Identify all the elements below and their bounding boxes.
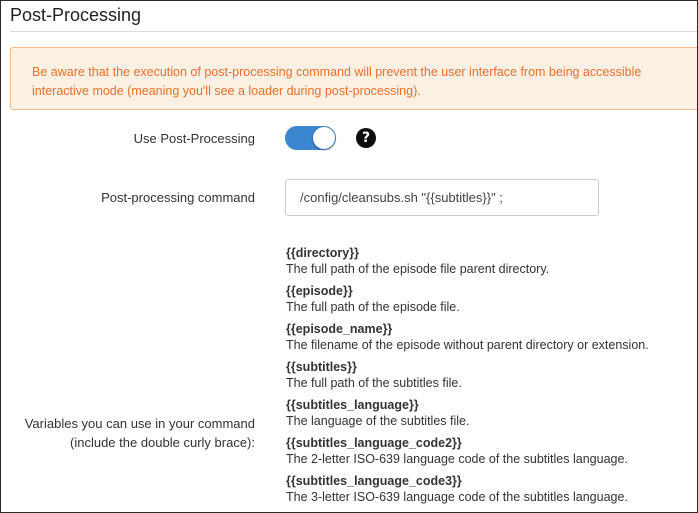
toggle-knob <box>313 127 335 149</box>
variable-item: {{subtitles_language_code2}} The 2-letter… <box>286 435 696 473</box>
use-post-processing-toggle[interactable] <box>285 126 336 150</box>
warning-line-1: Be aware that the execution of post-proc… <box>32 65 642 79</box>
variables-label-line-2: (include the double curly brace): <box>70 435 255 450</box>
variable-item: {{episode}} The full path of the episode … <box>286 283 696 321</box>
variable-description: The full path of the subtitles file. <box>286 376 462 390</box>
post-processing-command-input[interactable] <box>285 179 599 216</box>
variable-name: {{episode}} <box>286 284 353 298</box>
variable-item: {{subtitles}} The full path of the subtit… <box>286 359 696 397</box>
variables-list: {{directory}} The full path of the episod… <box>286 245 696 511</box>
variable-item: {{subtitles_language_code3}} The 3-letter… <box>286 473 696 511</box>
variable-description: The language of the subtitles file. <box>286 414 470 428</box>
variable-name: {{subtitles}} <box>286 360 357 374</box>
warning-alert: Be aware that the execution of post-proc… <box>10 47 697 110</box>
section-title: Post-Processing <box>10 5 142 25</box>
warning-alert-text: Be aware that the execution of post-proc… <box>32 63 697 100</box>
variable-name: {{subtitles_language_code3}} <box>286 474 462 488</box>
warning-line-2: interactive mode (meaning you'll see a l… <box>32 83 421 98</box>
variable-description: The 3-letter ISO-639 language code of th… <box>286 490 628 504</box>
variable-item: {{directory}} The full path of the episod… <box>286 245 696 283</box>
variable-name: {{subtitles_language}} <box>286 398 419 412</box>
variables-label-line-1: Variables you can use in your command <box>24 416 255 431</box>
variable-description: The filename of the episode without pare… <box>286 338 649 352</box>
variables-label: Variables you can use in your command (i… <box>25 414 255 452</box>
variable-description: The full path of the episode file. <box>286 300 460 314</box>
variable-description: The 2-letter ISO-639 language code of th… <box>286 452 628 466</box>
use-post-processing-label: Use Post-Processing <box>133 131 255 146</box>
variable-name: {{episode_name}} <box>286 322 393 336</box>
variable-item: {{episode_name}} The filename of the epis… <box>286 321 696 359</box>
variable-description: The full path of the episode file parent… <box>286 262 550 276</box>
title-divider <box>10 31 697 32</box>
variable-name: {{subtitles_language_code2}} <box>286 436 462 450</box>
post-processing-command-label: Post-processing command <box>101 190 255 205</box>
variable-name: {{directory}} <box>286 246 359 260</box>
settings-panel: Post-Processing Be aware that the execut… <box>0 0 698 513</box>
question-circle-icon[interactable]: ? <box>356 128 376 148</box>
variable-item: {{subtitles_language}} The language of th… <box>286 397 696 435</box>
